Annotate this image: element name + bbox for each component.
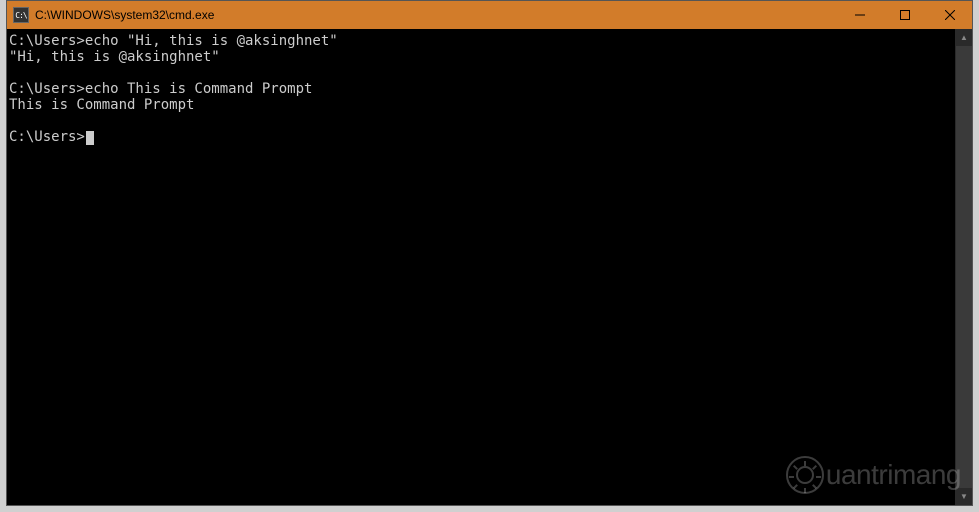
window-title: C:\WINDOWS\system32\cmd.exe [35,8,837,22]
cmd-icon: C:\ [13,7,29,23]
terminal-line [9,113,953,129]
terminal-output[interactable]: C:\Users>echo "Hi, this is @aksinghnet""… [7,29,955,505]
terminal-line: C:\Users>echo "Hi, this is @aksinghnet" [9,33,953,49]
prompt: C:\Users> [9,129,85,145]
maximize-button[interactable] [882,1,927,29]
terminal-line: "Hi, this is @aksinghnet" [9,49,953,65]
scroll-track[interactable] [956,46,972,488]
command-text: echo "Hi, this is @aksinghnet" [85,33,338,49]
terminal-wrap: C:\Users>echo "Hi, this is @aksinghnet""… [7,29,972,505]
terminal-line: This is Command Prompt [9,97,953,113]
titlebar[interactable]: C:\ C:\WINDOWS\system32\cmd.exe [7,1,972,29]
cmd-window: C:\ C:\WINDOWS\system32\cmd.exe C:\Users… [6,0,973,506]
close-button[interactable] [927,1,972,29]
scroll-down-button[interactable]: ▼ [956,488,972,505]
command-text: echo This is Command Prompt [85,81,313,97]
scroll-up-button[interactable]: ▲ [956,29,972,46]
terminal-line: C:\Users> [9,129,953,145]
scrollbar[interactable]: ▲ ▼ [955,29,972,505]
terminal-line: C:\Users>echo This is Command Prompt [9,81,953,97]
window-controls [837,1,972,29]
cursor [86,131,94,145]
prompt: C:\Users> [9,33,85,49]
terminal-line [9,65,953,81]
minimize-button[interactable] [837,1,882,29]
scroll-thumb[interactable] [956,46,972,488]
prompt: C:\Users> [9,81,85,97]
